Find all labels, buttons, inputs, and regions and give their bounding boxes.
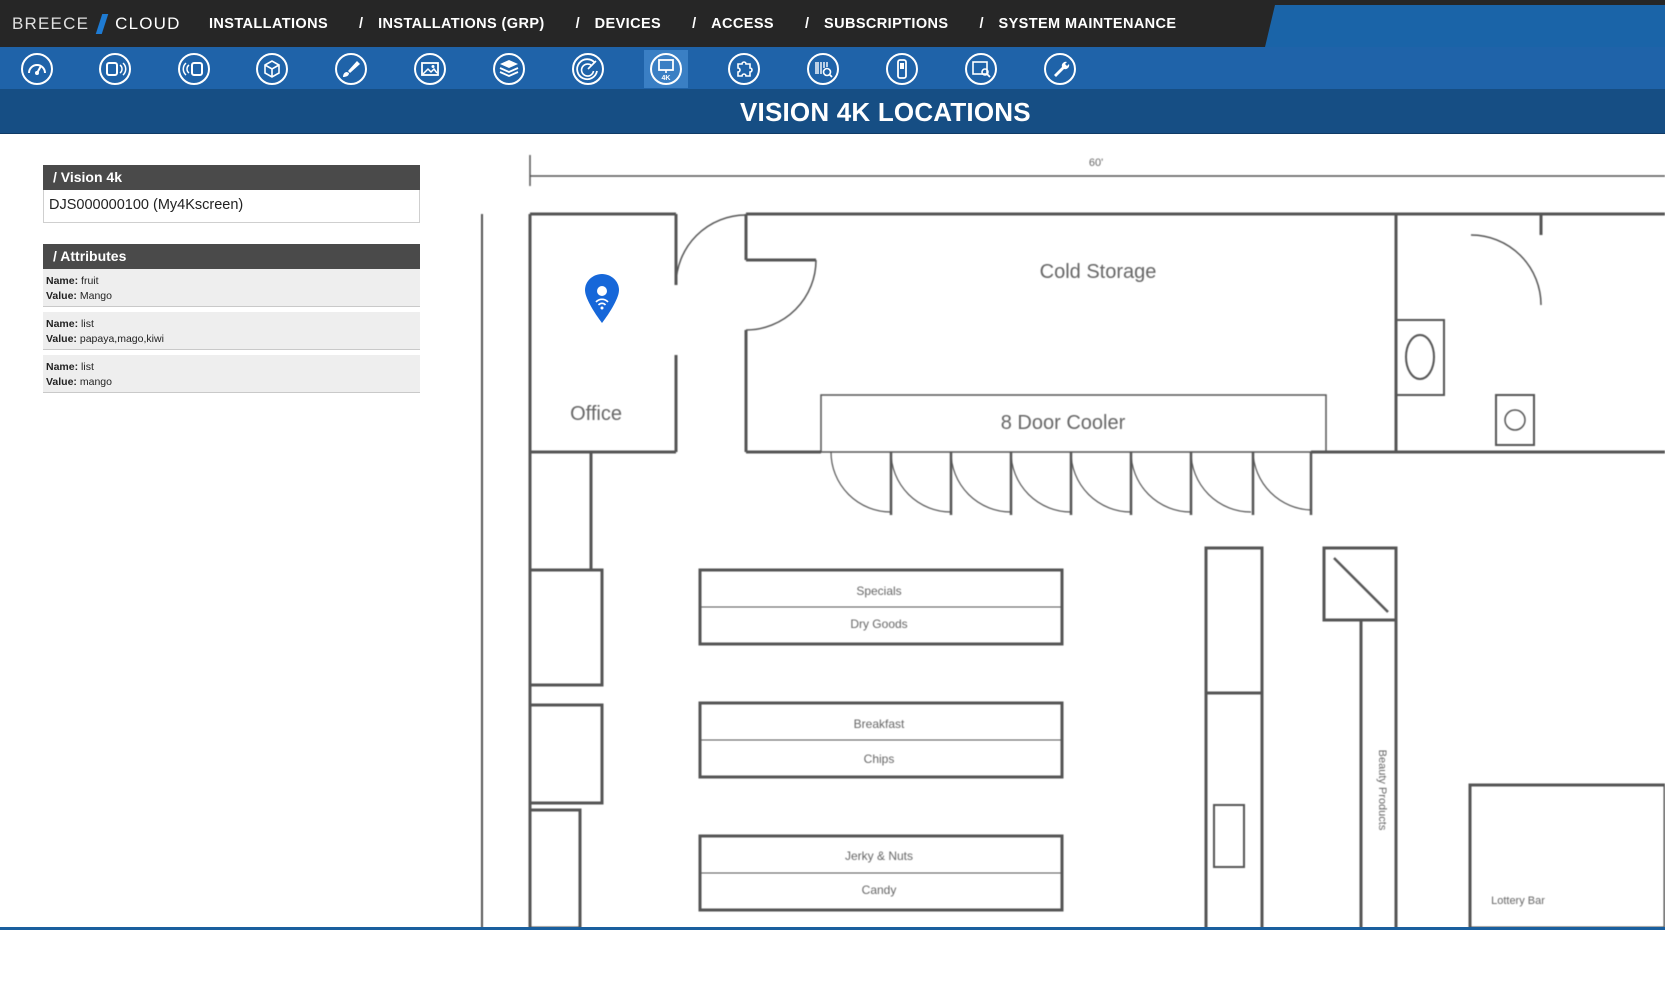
main-nav: INSTALLATIONS / INSTALLATIONS (GRP) / DE… [209,16,1177,32]
image-gallery-icon [414,53,446,85]
floor-plan-drawing: 60' Office Cold Storage 8 Door Cooler Sp… [481,155,1665,928]
vision-4k-button[interactable]: 4K [644,50,688,88]
vision-4k-panel: / Vision 4k DJS000000100 (My4Kscreen) [43,165,420,223]
beacon-button[interactable] [93,50,137,88]
vision-4k-icon: 4K [650,53,682,85]
brand-logo[interactable]: BREECE CLOUD [12,13,181,35]
brush-button[interactable] [329,50,373,88]
nav-separator: / [575,16,580,32]
attribute-name-label: Name: [46,361,79,373]
broadcast-button[interactable] [172,50,216,88]
specials-label: Specials [856,584,901,598]
image-gallery-button[interactable] [408,50,452,88]
brand-slash [95,14,109,34]
beacon-icon [99,53,131,85]
nav-access[interactable]: ACCESS [711,16,774,32]
broadcast-icon [178,53,210,85]
wrench-button[interactable] [1038,50,1082,88]
layers-button[interactable] [487,50,531,88]
nav-installations[interactable]: INSTALLATIONS [209,16,328,32]
attribute-name-label: Name: [46,318,79,330]
dry-goods-label: Dry Goods [850,617,907,631]
location-pin-icon[interactable] [584,273,620,325]
svg-text:4K: 4K [662,75,671,82]
candy-label: Candy [862,883,897,897]
handheld-device-button[interactable] [880,50,924,88]
lottery-label: Lottery Bar [1491,895,1545,907]
cold-storage-label: Cold Storage [1040,261,1157,283]
wrench-icon [1044,53,1076,85]
page-title-bar: VISION 4K LOCATIONS [0,89,1665,134]
tool-icon-bar: 4K [0,47,1665,89]
attribute-value-label: Value: [46,333,77,345]
nav-devices[interactable]: DEVICES [595,16,661,32]
attribute-name: list [81,361,94,373]
scanner-icon [807,53,839,85]
nav-separator: / [805,16,810,32]
attribute-value: Mango [79,290,112,302]
nav-separator: / [979,16,984,32]
attributes-panel: / Attributes Name: fruit Value: Mango Na… [43,244,420,398]
screen-search-button[interactable] [959,50,1003,88]
dashboard-button[interactable] [15,50,59,88]
beauty-products-label: Beauty Products [1376,750,1388,831]
breakfast-label: Breakfast [854,717,905,731]
nav-separator: / [692,16,697,32]
nav-system-maintenance[interactable]: SYSTEM MAINTENANCE [999,16,1177,32]
screen-search-icon [965,53,997,85]
layers-icon [493,53,525,85]
topbar-accent [1265,5,1665,47]
attribute-value-label: Value: [46,376,77,388]
puzzle-icon [728,53,760,85]
radar-button[interactable] [566,50,610,88]
top-navigation-bar: BREECE CLOUD INSTALLATIONS / INSTALLATIO… [0,0,1665,47]
box-icon [256,53,288,85]
page-title: VISION 4K LOCATIONS [740,97,1031,127]
attribute-item: Name: list Value: papaya,mago,kiwi [43,312,420,350]
attribute-name: list [81,318,94,330]
handheld-device-icon [886,53,918,85]
brand-name-left: BREECE [12,14,90,33]
attribute-item: Name: fruit Value: Mango [43,269,420,307]
nav-separator: / [359,16,364,32]
jerky-nuts-label: Jerky & Nuts [845,849,913,863]
floor-plan-map[interactable]: 60' Office Cold Storage 8 Door Cooler Sp… [466,150,1665,928]
attribute-name: fruit [81,275,99,287]
radar-icon [572,53,604,85]
brand-name-right: CLOUD [115,14,181,33]
dashboard-icon [21,53,53,85]
vision-4k-device-row[interactable]: DJS000000100 (My4Kscreen) [43,190,420,223]
chips-label: Chips [864,752,895,766]
attribute-value: papaya,mago,kiwi [79,333,164,345]
attribute-value: mango [79,376,112,388]
nav-subscriptions[interactable]: SUBSCRIPTIONS [824,16,948,32]
office-label: Office [570,403,622,425]
bottom-border [0,927,1665,930]
puzzle-button[interactable] [722,50,766,88]
dimension-label: 60' [1089,157,1103,169]
door-cooler-label: 8 Door Cooler [1001,412,1126,434]
box-button[interactable] [250,50,294,88]
nav-installations-grp[interactable]: INSTALLATIONS (GRP) [378,16,545,32]
attribute-name-label: Name: [46,275,79,287]
attribute-item: Name: list Value: mango [43,355,420,393]
attributes-panel-header: / Attributes [43,244,420,269]
brush-icon [335,53,367,85]
vision-4k-panel-header: / Vision 4k [43,165,420,190]
scanner-button[interactable] [801,50,845,88]
attribute-value-label: Value: [46,290,77,302]
